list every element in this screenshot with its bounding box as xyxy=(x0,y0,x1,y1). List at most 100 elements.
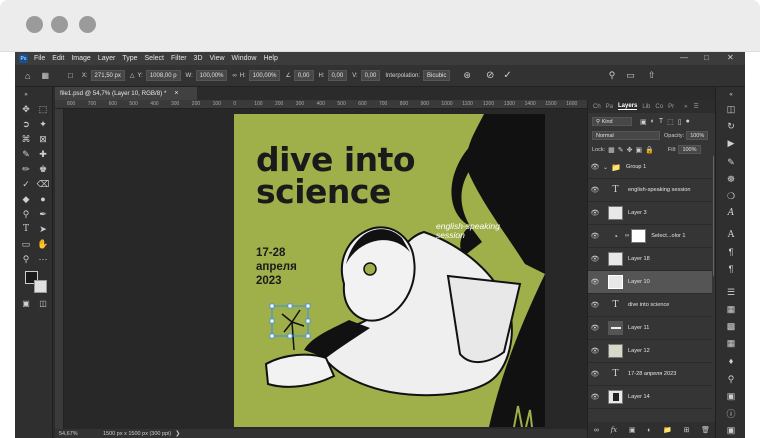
artboard-icon[interactable]: ◫ xyxy=(725,103,737,115)
layer-row[interactable]: 👁 T english-speaking session xyxy=(588,179,712,202)
layer-row[interactable]: 👁 Layer 12 xyxy=(588,340,712,363)
visibility-eye-icon[interactable]: 👁 xyxy=(588,393,602,401)
type-tool-icon[interactable]: T xyxy=(19,223,33,235)
healing-brush-icon[interactable]: ✚ xyxy=(36,148,50,160)
w-input[interactable]: 100,00% xyxy=(195,70,228,81)
character-icon[interactable]: A xyxy=(725,229,737,241)
zoom-level[interactable]: 54,67% xyxy=(59,431,95,437)
marquee-tool-icon[interactable]: ⬚ xyxy=(36,103,50,115)
brush-tool-icon[interactable]: ✏ xyxy=(19,163,33,175)
minimize-icon[interactable]: — xyxy=(680,53,688,62)
tab-paths[interactable]: Pa xyxy=(606,104,613,110)
visibility-eye-icon[interactable]: 👁 xyxy=(588,324,602,332)
eyedropper-icon[interactable]: ✎ xyxy=(19,148,33,160)
screen-mode-icon[interactable]: ◫ xyxy=(36,297,50,309)
x-input[interactable]: 271,50 px xyxy=(90,70,125,81)
lock-pixels-icon[interactable]: ▦ xyxy=(608,146,615,154)
link-layers-icon[interactable]: ∞ xyxy=(594,427,599,434)
magic-wand-icon[interactable]: ✦ xyxy=(36,118,50,130)
eraser-icon[interactable]: ⌫ xyxy=(36,178,50,190)
menu-type[interactable]: Type xyxy=(122,55,137,62)
workspace-icon[interactable]: ▭ xyxy=(626,70,635,81)
navigator-icon[interactable]: ▦ xyxy=(725,303,737,315)
filter-shape-icon[interactable]: ⬚ xyxy=(667,118,674,126)
swatches-icon[interactable]: ☸ xyxy=(725,173,737,185)
fill-input[interactable]: 100% xyxy=(678,145,701,154)
layer-row-selected[interactable]: 👁 Layer 10 xyxy=(588,271,712,294)
clone-source-icon[interactable]: ❍ xyxy=(725,190,737,202)
layer-row[interactable]: 👁 Layer 11 xyxy=(588,317,712,340)
background-color-swatch[interactable] xyxy=(34,280,47,293)
stamp-tool-icon[interactable]: ♚ xyxy=(36,163,50,175)
menu-filter[interactable]: Filter xyxy=(171,55,187,62)
warp-icon[interactable]: ⊛ xyxy=(463,70,471,81)
new-group-icon[interactable]: 📁 xyxy=(663,426,672,434)
home-icon[interactable]: ⌂ xyxy=(25,71,30,81)
cancel-transform-icon[interactable]: ⊘ xyxy=(486,70,494,81)
actions-icon[interactable]: ▶ xyxy=(725,137,737,149)
paragraph-icon[interactable]: ¶ xyxy=(725,246,737,258)
filter-kind-select[interactable]: ⚲ Kind xyxy=(592,117,632,126)
delete-layer-icon[interactable]: 🗑 xyxy=(701,426,710,434)
link-icon[interactable]: ∞ xyxy=(232,73,236,79)
move-tool-icon[interactable]: ✥ xyxy=(19,103,33,115)
add-mask-icon[interactable]: ▣ xyxy=(629,426,636,434)
maximize-icon[interactable]: □ xyxy=(704,53,709,62)
share-icon[interactable]: ⇧ xyxy=(648,70,656,81)
quick-mask-icon[interactable]: ▣ xyxy=(19,297,33,309)
visibility-eye-icon[interactable]: 👁 xyxy=(588,232,602,240)
layer-row[interactable]: 👁 ⌄ 📁 Group 1 xyxy=(588,156,712,179)
tab-channels[interactable]: Ch xyxy=(593,104,601,110)
properties-icon[interactable]: ▣ xyxy=(725,390,737,402)
lock-all-icon[interactable]: 🔒 xyxy=(645,146,654,154)
visibility-eye-icon[interactable]: 👁 xyxy=(588,163,602,171)
adjustments-icon[interactable]: ☰ xyxy=(725,286,737,298)
color-panel-icon[interactable]: ▩ xyxy=(725,320,737,332)
pen-tool-icon[interactable]: ✒ xyxy=(36,208,50,220)
grid-panel-icon[interactable]: ▦ xyxy=(725,337,737,349)
lock-move-icon[interactable]: ✥ xyxy=(627,146,633,154)
layer-row[interactable]: 👁 ◔ ∞ Select...olor 1 xyxy=(588,225,712,248)
close-icon[interactable]: ✕ xyxy=(727,53,734,62)
hand-tool-icon[interactable]: ✋ xyxy=(36,238,50,250)
status-arrow-icon[interactable]: ❯ xyxy=(175,430,180,437)
menu-3d[interactable]: 3D xyxy=(194,55,203,62)
history-icon[interactable]: ↻ xyxy=(725,120,737,132)
visibility-eye-icon[interactable]: 👁 xyxy=(588,278,602,286)
info-icon[interactable]: ⓘ xyxy=(725,407,737,419)
visibility-eye-icon[interactable]: 👁 xyxy=(588,370,602,378)
lasso-tool-icon[interactable]: ➲ xyxy=(19,118,33,130)
panel-expand-icon[interactable]: » xyxy=(684,104,687,110)
artwork-canvas[interactable]: dive into science english-speaking sessi… xyxy=(234,114,545,427)
h-input[interactable]: 100,00% xyxy=(248,70,281,81)
adjustment-layer-icon[interactable]: ◐ xyxy=(647,427,651,434)
new-layer-icon[interactable]: ⊞ xyxy=(684,426,690,434)
visibility-eye-icon[interactable]: 👁 xyxy=(588,209,602,217)
visibility-eye-icon[interactable]: 👁 xyxy=(588,347,602,355)
paint-bucket-icon[interactable]: ◆ xyxy=(19,193,33,205)
learn-icon[interactable]: ⚲ xyxy=(725,373,737,385)
filter-smart-icon[interactable]: ▯ xyxy=(678,118,682,126)
layers-scrollbar[interactable] xyxy=(713,156,714,276)
tab-properties[interactable]: Pr xyxy=(668,104,674,110)
frame-tool-icon[interactable]: ⊠ xyxy=(36,133,50,145)
filter-type-icon[interactable]: T xyxy=(659,118,663,125)
layer-row[interactable]: 👁 Layer 18 xyxy=(588,248,712,271)
window-dot-2[interactable] xyxy=(51,16,68,33)
menu-window[interactable]: Window xyxy=(232,55,257,62)
layer-row[interactable]: 👁 Layer 3 xyxy=(588,202,712,225)
layer-row[interactable]: 👁 T 17-28 апреля 2023 xyxy=(588,363,712,386)
crop-tool-icon[interactable]: ⌘ xyxy=(19,133,33,145)
menu-edit[interactable]: Edit xyxy=(52,55,64,62)
menu-view[interactable]: View xyxy=(210,55,225,62)
window-dot-1[interactable] xyxy=(26,16,43,33)
chain-link-icon[interactable]: ∞ xyxy=(625,233,629,239)
visibility-eye-icon[interactable]: 👁 xyxy=(588,255,602,263)
libraries-icon[interactable]: ▣ xyxy=(725,424,737,436)
paragraph-styles-icon[interactable]: ¶ xyxy=(725,263,737,275)
delta-icon[interactable]: △ xyxy=(130,72,135,79)
collapse-icon[interactable]: » xyxy=(19,89,33,101)
menu-layer[interactable]: Layer xyxy=(98,55,116,62)
more-tools-icon[interactable]: ⋯ xyxy=(36,253,50,265)
filter-adjust-icon[interactable]: ◐ xyxy=(651,118,655,125)
